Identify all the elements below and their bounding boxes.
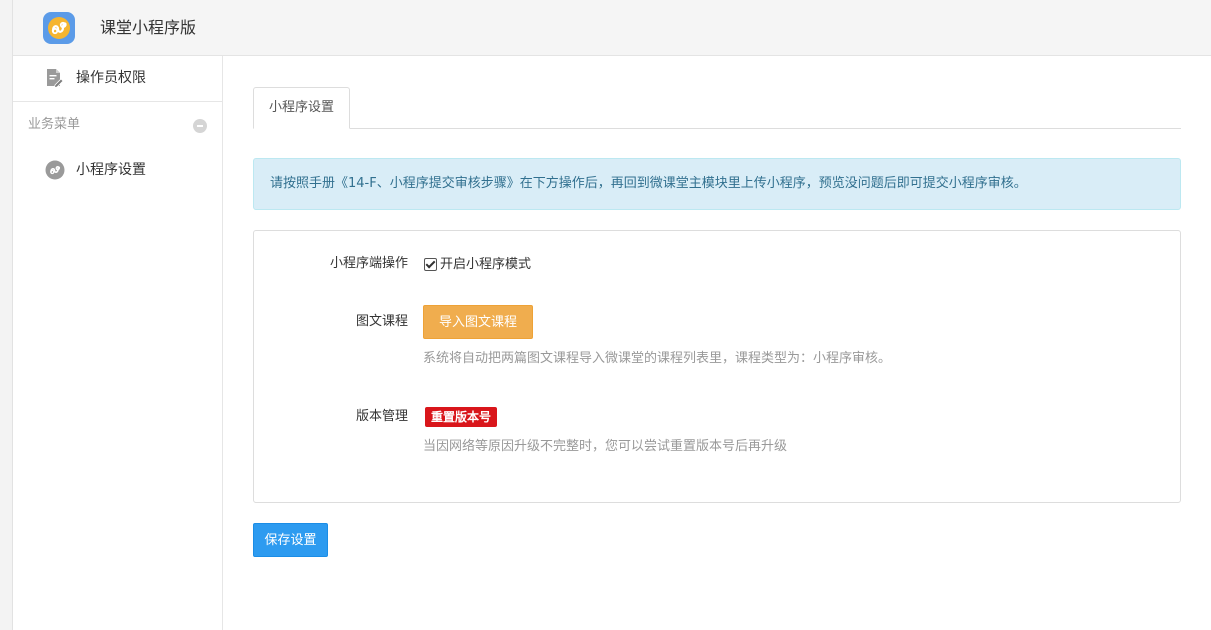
reset-help-text: 当因网络等原因升级不完整时，您可以尝试重置版本号后再升级: [423, 439, 788, 454]
alert-text: 请按照手册《14-F、小程序提交审核步骤》在下方操作后，再回到微课堂主模块里上传…: [270, 176, 1027, 191]
page: 课堂小程序版 操作员权限 业务菜单 小程序设置 小程序设置 请按照手册《14-F…: [0, 0, 1211, 630]
settings-panel: 小程序端操作 开启小程序模式 图文课程 导入图文课程 系统将自动把两篇图文课程导…: [253, 230, 1181, 503]
miniprogram-logo-icon[interactable]: [43, 12, 75, 44]
left-edge-strip: [0, 0, 13, 630]
sidebar-divider: [13, 101, 222, 102]
document-edit-icon: [45, 68, 64, 92]
enable-miniprogram-checkbox[interactable]: [424, 258, 437, 271]
import-graphic-course-button[interactable]: 导入图文课程: [423, 305, 533, 339]
sidebar-item-operator-permissions[interactable]: 操作员权限: [13, 56, 222, 100]
app-title: 课堂小程序版: [100, 18, 197, 37]
label-version-management: 版本管理: [355, 409, 408, 424]
sidebar: 操作员权限 业务菜单 小程序设置: [13, 56, 223, 630]
miniprogram-icon: [45, 160, 65, 184]
tab-bar: 小程序设置: [253, 87, 1181, 129]
label-miniprogram-operation: 小程序端操作: [329, 256, 408, 271]
main-content: 小程序设置 请按照手册《14-F、小程序提交审核步骤》在下方操作后，再回到微课堂…: [253, 56, 1181, 630]
label-graphic-course: 图文课程: [355, 314, 408, 329]
header-bar: 课堂小程序版: [13, 0, 1211, 56]
sidebar-item-label: 操作员权限: [76, 70, 146, 86]
tab-miniprogram-settings[interactable]: 小程序设置: [253, 87, 351, 129]
sidebar-item-miniprogram-settings[interactable]: 小程序设置: [13, 148, 222, 192]
collapse-icon[interactable]: [193, 119, 207, 133]
reset-version-button[interactable]: 重置版本号: [425, 407, 498, 427]
sidebar-group-label: 业务菜单: [28, 117, 81, 132]
sidebar-group-business-menu[interactable]: 业务菜单: [13, 112, 222, 138]
save-settings-button[interactable]: 保存设置: [253, 523, 328, 557]
info-alert: 请按照手册《14-F、小程序提交审核步骤》在下方操作后，再回到微课堂主模块里上传…: [253, 158, 1181, 210]
checkbox-label[interactable]: 开启小程序模式: [440, 256, 531, 274]
sidebar-item-label: 小程序设置: [76, 162, 146, 178]
import-help-text: 系统将自动把两篇图文课程导入微课堂的课程列表里，课程类型为：小程序审核。: [423, 351, 892, 366]
